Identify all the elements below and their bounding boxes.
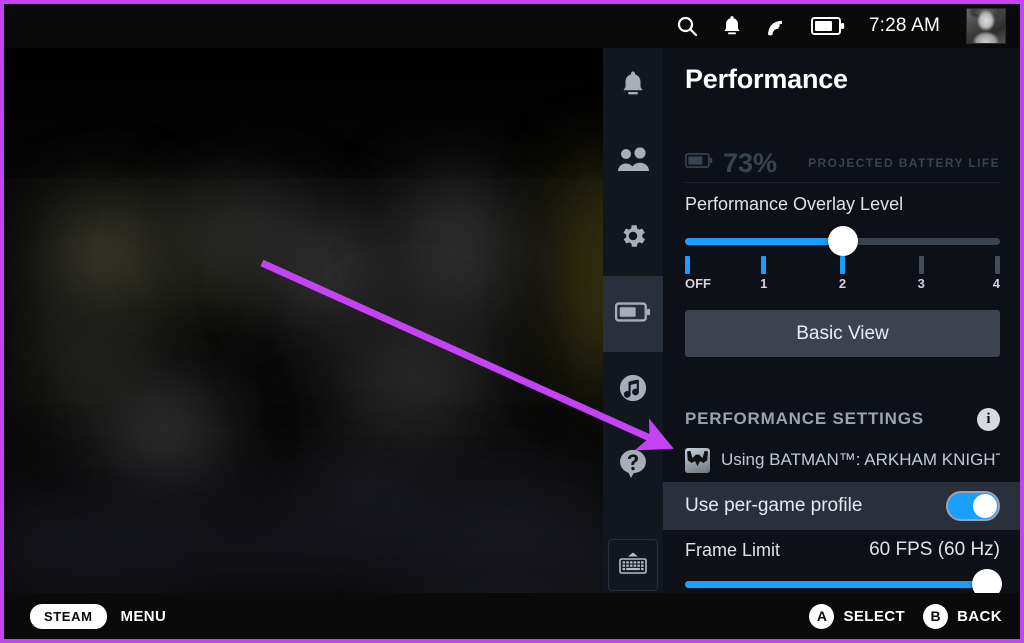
- music-note-icon: [618, 373, 648, 408]
- per-game-profile-row[interactable]: Use per-game profile: [663, 482, 1020, 530]
- steam-button[interactable]: STEAM: [30, 603, 107, 629]
- help-icon: [618, 448, 648, 485]
- divider: [685, 182, 1000, 183]
- top-status-bar: 7:28 AM: [4, 4, 1020, 48]
- section-title: PERFORMANCE SETTINGS: [685, 409, 924, 428]
- slider-tick-label: OFF: [685, 276, 711, 291]
- projected-battery-life-label: PROJECTED BATTERY LIFE: [808, 156, 1000, 170]
- per-game-profile-label: Use per-game profile: [685, 495, 863, 516]
- performance-settings-header: PERFORMANCE SETTINGS i: [685, 406, 1000, 432]
- button-hints: A SELECT B BACK: [809, 603, 1002, 629]
- button-hint[interactable]: A SELECT: [809, 603, 906, 629]
- performance-panel: Performance 73% PROJECTED BATTERY LIFE P…: [663, 48, 1020, 601]
- slider-tick: [685, 256, 690, 274]
- projected-battery-row: 73% PROJECTED BATTERY LIFE: [685, 148, 1000, 178]
- per-game-profile-toggle[interactable]: [946, 491, 1000, 521]
- sidebar-item-keyboard[interactable]: [608, 539, 658, 591]
- sidebar-item-music[interactable]: [603, 352, 663, 428]
- slider-tick-label: 4: [992, 276, 1000, 291]
- quick-access-rail: [603, 48, 663, 601]
- gear-icon: [618, 221, 648, 256]
- active-profile-text: Using BATMAN™: ARKHAM KNIGHT pro...: [721, 450, 1000, 469]
- wifi-icon[interactable]: [765, 14, 789, 38]
- slider-tick: [840, 256, 845, 274]
- slider-tick: [761, 256, 767, 274]
- frame-limit-row: Frame Limit 60 FPS (60 Hz): [685, 537, 1000, 563]
- hint-label: BACK: [957, 607, 1002, 625]
- slider-knob[interactable]: [827, 226, 858, 256]
- avatar[interactable]: [966, 8, 1006, 44]
- notifications-bell-icon[interactable]: [721, 14, 743, 38]
- keyboard-icon: [616, 546, 650, 585]
- battery-icon[interactable]: [810, 16, 845, 36]
- sidebar-item-performance[interactable]: [603, 276, 663, 352]
- background-blob: [389, 178, 519, 328]
- clock: 7:28 AM: [868, 15, 940, 36]
- active-profile-notice: Using BATMAN™: ARKHAM KNIGHT pro...: [685, 446, 1000, 474]
- steam-deck-quick-access-screen: 7:28 AM Performance 73% PROJECTED BATTER…: [0, 0, 1024, 643]
- game-background: [4, 48, 614, 601]
- toggle-knob: [973, 494, 997, 518]
- hint-label: SELECT: [843, 607, 906, 625]
- basic-view-button[interactable]: Basic View: [685, 310, 1000, 357]
- friends-icon: [617, 146, 649, 178]
- search-icon[interactable]: [675, 14, 699, 38]
- overlay-level-ticks: [685, 256, 1000, 274]
- sidebar-item-help[interactable]: [603, 428, 663, 504]
- slider-tick-label: 2: [838, 276, 847, 291]
- overlay-level-tick-labels: OFF 1 2 3 4: [685, 276, 1000, 292]
- slider-tick-label: 3: [917, 276, 925, 291]
- hint-button-glyph: B: [923, 603, 949, 629]
- slider-tick-label: 1: [760, 276, 768, 291]
- bottom-action-bar: STEAM MENU A SELECT B BACK: [4, 593, 1020, 639]
- hint-button-glyph: A: [809, 603, 835, 629]
- batman-game-icon: [685, 447, 710, 473]
- slider-fill: [685, 238, 843, 245]
- sidebar-item-friends[interactable]: [603, 124, 663, 200]
- sidebar-item-notifications[interactable]: [603, 48, 663, 124]
- frame-limit-slider[interactable]: [685, 569, 1002, 599]
- button-hint[interactable]: B BACK: [923, 603, 1002, 629]
- frame-limit-value: 60 FPS (60 Hz): [869, 539, 1000, 560]
- bell-icon: [619, 69, 647, 104]
- background-blob: [334, 308, 494, 448]
- battery-icon: [685, 152, 713, 174]
- background-blob: [269, 218, 389, 328]
- battery-icon: [614, 301, 651, 328]
- info-icon[interactable]: i: [977, 407, 1000, 431]
- overlay-level-label: Performance Overlay Level: [685, 194, 904, 214]
- frame-limit-label: Frame Limit: [685, 539, 781, 560]
- slider-fill: [685, 581, 1000, 588]
- slider-tick: [995, 256, 1000, 274]
- slider-tick: [918, 256, 924, 274]
- background-bottom-strip: [4, 441, 614, 601]
- background-top-gradient: [4, 48, 614, 178]
- overlay-level-slider[interactable]: [685, 226, 1000, 256]
- battery-percent: 73%: [723, 147, 778, 178]
- page-title: Performance: [685, 64, 848, 94]
- menu-label: MENU: [120, 607, 167, 625]
- sidebar-item-settings[interactable]: [603, 200, 663, 276]
